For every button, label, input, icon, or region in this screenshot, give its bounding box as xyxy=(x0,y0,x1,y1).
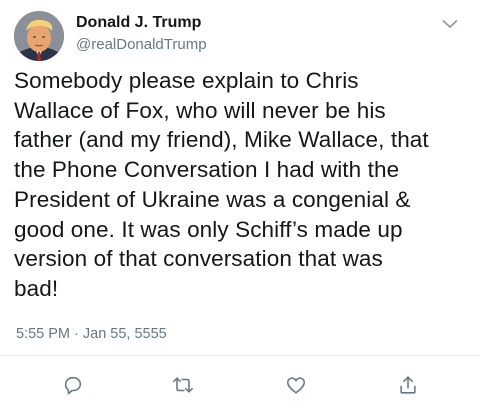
divider xyxy=(0,355,480,356)
like-button[interactable] xyxy=(281,370,311,400)
share-button[interactable] xyxy=(393,370,423,400)
avatar[interactable] xyxy=(14,11,64,61)
reply-button[interactable] xyxy=(58,370,88,400)
chevron-down-icon xyxy=(442,20,458,28)
heart-icon xyxy=(286,377,306,394)
retweet-button[interactable] xyxy=(168,370,198,400)
retweet-icon xyxy=(173,377,193,393)
display-name[interactable]: Donald J. Trump xyxy=(76,14,201,32)
tweet-actions xyxy=(0,370,480,400)
user-handle[interactable]: @realDonaldTrump xyxy=(76,36,207,53)
tweet-timestamp[interactable]: 5:55 PM · Jan 55, 5555 xyxy=(16,326,167,342)
reply-icon xyxy=(64,376,82,395)
tweet-text: Somebody please explain to Chris Wallace… xyxy=(14,68,429,301)
tweet: Donald J. Trump @realDonaldTrump Somebod… xyxy=(0,0,480,410)
tweet-options-button[interactable] xyxy=(438,12,462,36)
share-icon xyxy=(400,376,416,394)
avatar-portrait-icon xyxy=(14,11,64,61)
